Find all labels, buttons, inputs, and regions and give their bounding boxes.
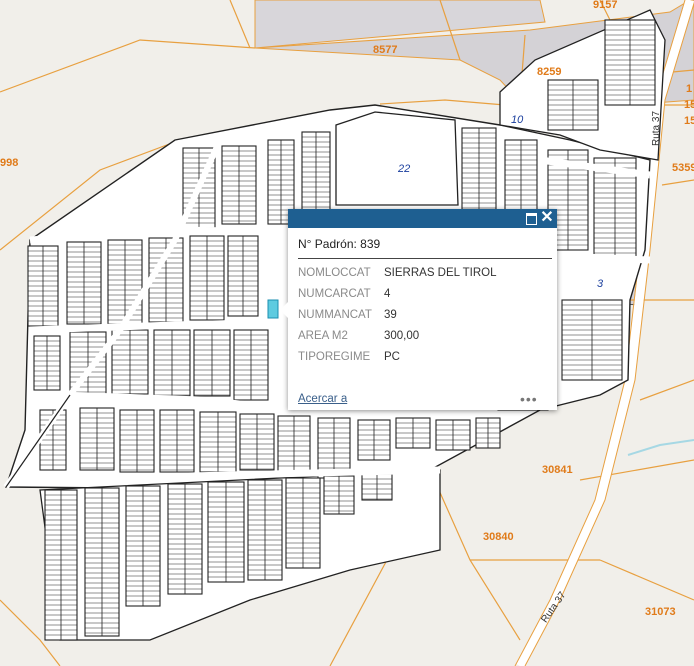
attribute-row: NOMLOCCAT SIERRAS DEL TIROL (298, 266, 496, 287)
parcel-label: 8259 (537, 66, 561, 78)
attribute-value: SIERRAS DEL TIROL (384, 267, 497, 279)
attribute-value: PC (384, 351, 400, 363)
popup-divider (298, 258, 552, 259)
parcel-22 (335, 111, 459, 206)
attribute-key: NUMCARCAT (298, 288, 371, 300)
block-label: 10 (511, 114, 524, 126)
attribute-value: 4 (384, 288, 391, 300)
parcel-label: 30841 (542, 464, 573, 476)
selected-parcel-highlight (267, 299, 279, 319)
feature-popup[interactable]: ✕ N° Padrón: 839 NOMLOCCAT SIERRAS DEL TI… (280, 209, 557, 410)
parcel-label: 15 (684, 99, 694, 111)
parcel-label: 31073 (645, 606, 676, 618)
parcel-label: 30840 (483, 531, 514, 543)
parcel-label: 5359 (672, 162, 694, 174)
popup-pointer (280, 301, 289, 319)
attribute-key: NUMMANCAT (298, 309, 372, 321)
parcel-label: 8577 (373, 44, 397, 56)
close-icon[interactable]: ✕ (540, 210, 554, 226)
attribute-row: NUMMANCAT 39 (298, 308, 496, 329)
road-label: Ruta 37 (651, 111, 662, 146)
popup-title: N° Padrón: 839 (298, 237, 381, 251)
attribute-row: AREA M2 300,00 (298, 329, 496, 350)
parcel-label: 15 (684, 115, 694, 127)
attribute-row: NUMCARCAT 4 (298, 287, 496, 308)
attribute-value: 300,00 (384, 330, 420, 342)
zoom-to-link[interactable]: Acercar a (298, 393, 347, 405)
parcel-label: 1 (686, 83, 692, 95)
attribute-value: 39 (384, 309, 397, 321)
attribute-key: TIPOREGIME (298, 351, 371, 363)
attribute-key: AREA M2 (298, 330, 348, 342)
parcel-label: 9157 (593, 0, 617, 11)
parcel-label: 998 (0, 157, 18, 169)
maximize-icon[interactable] (525, 211, 539, 225)
more-actions-icon[interactable]: ••• (520, 391, 538, 407)
attribute-table: NOMLOCCAT SIERRAS DEL TIROL NUMCARCAT 4 NU… (298, 266, 496, 371)
block-label: 22 (397, 163, 410, 175)
attribute-key: NOMLOCCAT (298, 267, 371, 279)
attribute-row: TIPOREGIME PC (298, 350, 496, 371)
popup-header: ✕ (288, 209, 557, 228)
block-label: 3 (597, 278, 604, 290)
